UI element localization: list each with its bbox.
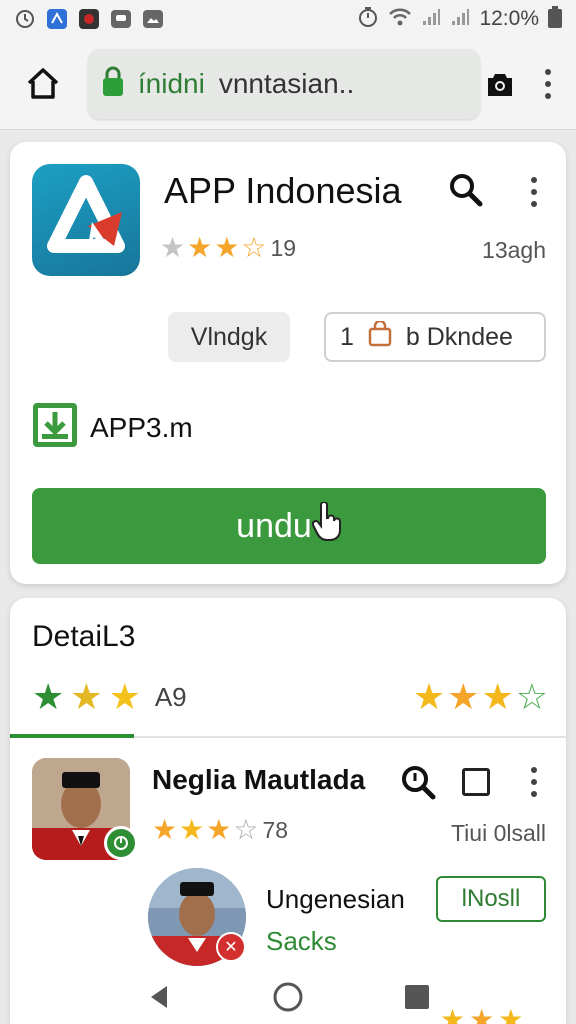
home-icon[interactable]	[14, 54, 72, 114]
star-filled-icon: ★	[214, 232, 240, 263]
browser-toolbar: ínidni vnntasian..	[0, 38, 576, 130]
rating-count: 19	[270, 234, 297, 261]
star-filled-icon: ★	[108, 676, 141, 717]
media-notification-icon	[78, 8, 100, 30]
address-bar[interactable]: ínidni vnntasian..	[87, 48, 481, 119]
url-domain: ínidni	[137, 67, 205, 99]
star-filled-icon: ★	[187, 232, 213, 263]
entry-subtitle: Sacks	[266, 926, 337, 956]
status-time: 12:0%	[479, 7, 539, 30]
verified-badge-icon	[104, 826, 138, 860]
search-icon[interactable]	[446, 170, 486, 210]
entry-menu-icon[interactable]	[524, 764, 544, 800]
recents-icon[interactable]	[403, 983, 431, 1016]
zoom-search-icon[interactable]	[400, 764, 436, 800]
chip-button[interactable]: Vlndgk	[168, 312, 290, 362]
download-label: undu	[236, 506, 312, 545]
file-row: APP3.m	[32, 402, 193, 453]
tab-indicator	[10, 734, 134, 738]
star-filled-icon: ★	[412, 676, 446, 717]
signal-icon	[450, 7, 470, 32]
star-filled-icon: ★	[70, 676, 103, 717]
download-file-icon	[32, 402, 78, 453]
chip-count: 1	[340, 322, 354, 351]
star-filled-icon: ★	[152, 814, 178, 845]
star-filled-icon: ★	[206, 814, 232, 845]
star-filled-icon: ★	[179, 814, 205, 845]
star-empty-icon: ☆	[233, 814, 259, 845]
app-rating: ★ ★ ★ ☆ 19	[160, 234, 296, 262]
timer-icon	[357, 6, 379, 33]
checkbox-icon[interactable]	[462, 768, 490, 796]
signal-icon	[421, 7, 441, 32]
app-title: APP Indonesia	[164, 170, 402, 211]
status-bar: 12:0%	[0, 0, 576, 38]
star-filled-icon: ★	[481, 676, 514, 717]
star-filled-icon: ★	[447, 676, 480, 717]
file-name: APP3.m	[90, 411, 193, 443]
star-empty-icon: ☆	[515, 676, 548, 717]
entry-rating: ★ ★ ★ ☆ 78	[152, 816, 288, 844]
details-tabs: ★ ★ ★ A9 ★ ★ ★ ☆	[10, 676, 566, 738]
lock-icon	[102, 65, 124, 102]
wifi-icon	[388, 7, 412, 32]
hand-pointer-icon	[311, 500, 342, 551]
details-card: DetaiL3 ★ ★ ★ A9 ★ ★ ★ ☆ Neglia Mautlada	[10, 598, 566, 1024]
star-filled-icon: ★	[32, 676, 65, 717]
rating-count: 78	[262, 816, 289, 843]
install-button[interactable]: lNosll	[436, 876, 546, 922]
details-title: DetaiL3	[32, 620, 136, 653]
buy-chip-button[interactable]: 1 b Dkndee	[324, 312, 546, 362]
app-menu-icon[interactable]	[522, 172, 546, 212]
tab-count: A9	[154, 681, 187, 712]
app-size: 13agh	[482, 237, 546, 263]
back-icon[interactable]	[145, 983, 173, 1016]
app-logo[interactable]	[32, 164, 140, 276]
badge-icon: ✕	[216, 932, 246, 962]
star-empty-icon: ★	[160, 232, 186, 263]
entry-meta: Tiui 0lsall	[450, 820, 546, 846]
battery-icon	[548, 5, 562, 33]
entry-title[interactable]: Neglia Mautlada	[152, 764, 365, 796]
system-nav-bar	[0, 974, 576, 1024]
home-circle-icon[interactable]	[271, 980, 305, 1019]
browser-menu-icon[interactable]	[533, 59, 562, 109]
star-half-icon: ☆	[241, 232, 267, 263]
url-path: vnntasian..	[218, 67, 355, 99]
chip-label: b Dkndee	[405, 322, 513, 351]
tab-ratings[interactable]: ★ ★ ★ A9	[32, 678, 187, 716]
gallery-icon	[142, 8, 164, 30]
tab-rating-stars[interactable]: ★ ★ ★ ☆	[413, 678, 548, 716]
app-notification-icon	[46, 8, 68, 30]
app-card: APP Indonesia ★ ★ ★ ☆ 19 13agh Vlndgk 1 …	[10, 142, 566, 584]
download-button[interactable]: undu	[32, 488, 546, 564]
message-icon	[110, 8, 132, 30]
camera-icon[interactable]	[480, 64, 519, 104]
bag-icon	[368, 319, 392, 354]
entry-title[interactable]: Ungenesian	[266, 884, 405, 915]
alarm-icon	[14, 8, 36, 30]
